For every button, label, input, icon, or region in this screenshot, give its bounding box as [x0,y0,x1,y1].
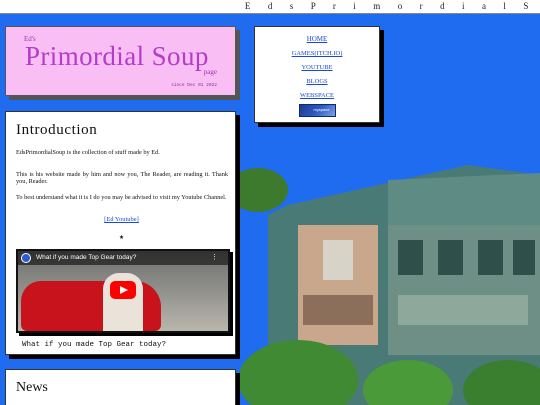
video-caption: What if you made Top Gear today? [22,341,167,349]
top-bar: E d s P r i m o r d i a l S [0,0,540,14]
more-options-icon[interactable]: ⋮ [211,253,218,261]
intro-paragraph-1: EdsPrimordialSoup is the collection of s… [16,149,160,156]
youtube-embed[interactable]: What if you made Top Gear today? ⋮ [16,249,230,333]
nav-link-webspace[interactable]: WEBSPACE [255,92,379,99]
intro-panel: Introduction EdsPrimordialSoup is the co… [5,111,236,355]
site-title: Primordial Soup [25,41,209,71]
video-title[interactable]: What if you made Top Gear today? [36,254,136,261]
intro-paragraph-2: This is his website made by him and now … [16,171,228,186]
since-date: since Dec 01 2022 [171,83,217,88]
background-building-photo [238,165,540,405]
nav-link-home[interactable]: HOME [255,35,379,43]
nav-link-blogs[interactable]: BLOGS [255,78,379,85]
title-subtitle: page [203,68,217,76]
intro-heading: Introduction [16,122,98,138]
star-icon: ★ [119,233,124,242]
nav-panel: HOME GAMES(ITCH.IO) YOUTUBE BLOGS WEBSPA… [254,26,380,123]
youtube-link[interactable]: [Ed Youtube] [6,216,237,223]
news-panel: News [5,369,236,405]
myspace-badge[interactable]: myspace [298,104,336,117]
site-title-card: Ed's Primordial Soup page since Dec 01 2… [5,26,236,96]
play-button-icon[interactable] [110,281,136,299]
building-illustration [238,165,540,405]
channel-avatar-icon[interactable] [21,253,31,263]
site-marquee: E d s P r i m o r d i a l S [244,1,536,11]
intro-paragraph-3: To best understand what it is I do you m… [16,194,227,201]
nav-link-games[interactable]: GAMES(ITCH.IO) [255,50,379,57]
myspace-badge-text: myspace [313,107,330,112]
nav-link-youtube[interactable]: YOUTUBE [255,64,379,71]
news-heading: News [16,380,48,395]
